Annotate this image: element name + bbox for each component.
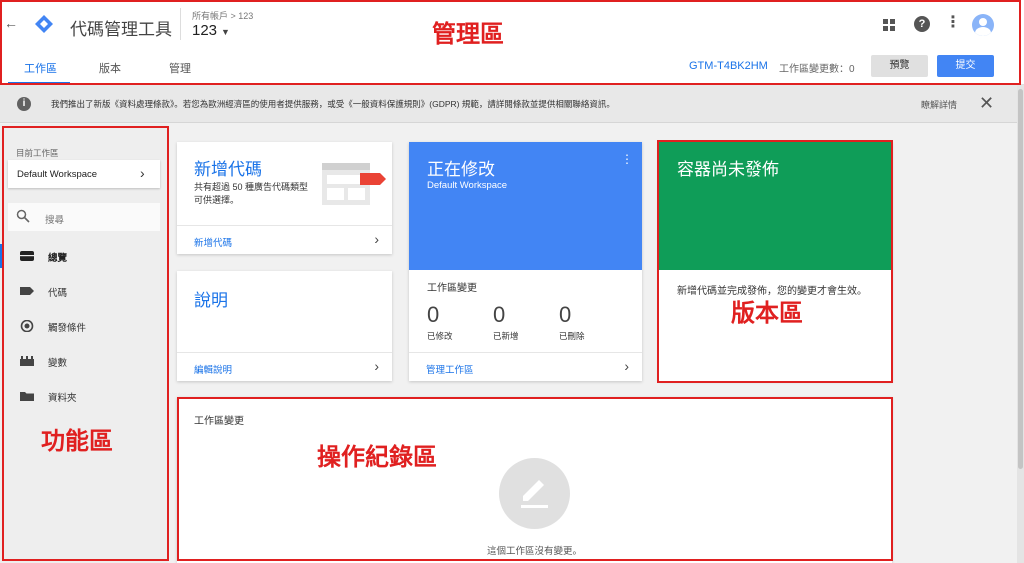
chevron-right-icon: › <box>374 231 379 247</box>
description-title: 說明 <box>194 291 228 310</box>
workspace-changes-label: 工作區變更 <box>427 283 477 294</box>
edit-description-link[interactable]: 編輯說明 <box>194 362 232 376</box>
annotation-box-log <box>177 397 893 561</box>
description-footer[interactable]: 編輯說明 › <box>177 352 392 381</box>
description-card[interactable]: 說明 編輯說明 › <box>177 271 392 381</box>
tag-illustration-icon <box>322 163 386 205</box>
scrollbar[interactable] <box>1017 85 1024 563</box>
manage-workspace-link[interactable]: 管理工作區 <box>426 362 474 376</box>
stat-modified: 0 已修改 <box>427 302 453 342</box>
info-icon: i <box>17 97 31 111</box>
now-editing-card: 正在修改 Default Workspace ⋮ 工作區變更 0 已修改 0 已… <box>409 142 642 381</box>
workspace-subtitle: Default Workspace <box>427 180 508 191</box>
annotation-label-log: 操作紀錄區 <box>317 443 437 471</box>
new-tag-footer[interactable]: 新增代碼 › <box>177 225 392 254</box>
new-tag-card[interactable]: 新增代碼 共有超過 50 種廣告代碼類型可供選擇。 新增代碼 › <box>177 142 392 254</box>
stat-added: 0 已新增 <box>493 302 519 342</box>
now-editing-banner: 正在修改 Default Workspace ⋮ <box>409 142 642 270</box>
annotation-label-function: 功能區 <box>41 427 113 455</box>
stat-value: 0 <box>427 302 440 327</box>
annotation-box-version <box>657 140 893 383</box>
stat-label: 已新增 <box>493 331 519 341</box>
stat-value: 0 <box>493 302 506 327</box>
annotation-label-version: 版本區 <box>731 299 803 327</box>
chevron-right-icon: › <box>374 358 379 374</box>
annotation-box-function <box>2 126 169 561</box>
now-editing-title: 正在修改 <box>427 160 495 179</box>
stat-label: 已刪除 <box>559 331 585 341</box>
notice-bar: i 我們推出了新版《資料處理條款》。若您為歐洲經濟區的使用者提供服務，或受《一般… <box>0 85 1024 123</box>
chevron-right-icon: › <box>624 358 629 374</box>
stat-label: 已修改 <box>427 331 453 341</box>
more-vert-icon[interactable]: ⋮ <box>621 153 633 166</box>
learn-more-link[interactable]: 瞭解詳情 <box>921 98 957 111</box>
new-tag-description: 共有超過 50 種廣告代碼類型可供選擇。 <box>194 182 309 205</box>
stat-value: 0 <box>559 302 572 327</box>
annotation-label-management: 管理區 <box>432 20 504 48</box>
notice-text: 我們推出了新版《資料處理條款》。若您為歐洲經濟區的使用者提供服務，或受《一般資料… <box>51 99 615 109</box>
annotation-box-management <box>0 0 1021 85</box>
close-icon[interactable]: ✕ <box>979 93 994 113</box>
stat-deleted: 0 已刪除 <box>559 302 585 342</box>
new-tag-link[interactable]: 新增代碼 <box>194 235 232 249</box>
manage-workspace-footer[interactable]: 管理工作區 › <box>409 352 642 381</box>
new-tag-title: 新增代碼 <box>194 160 262 179</box>
